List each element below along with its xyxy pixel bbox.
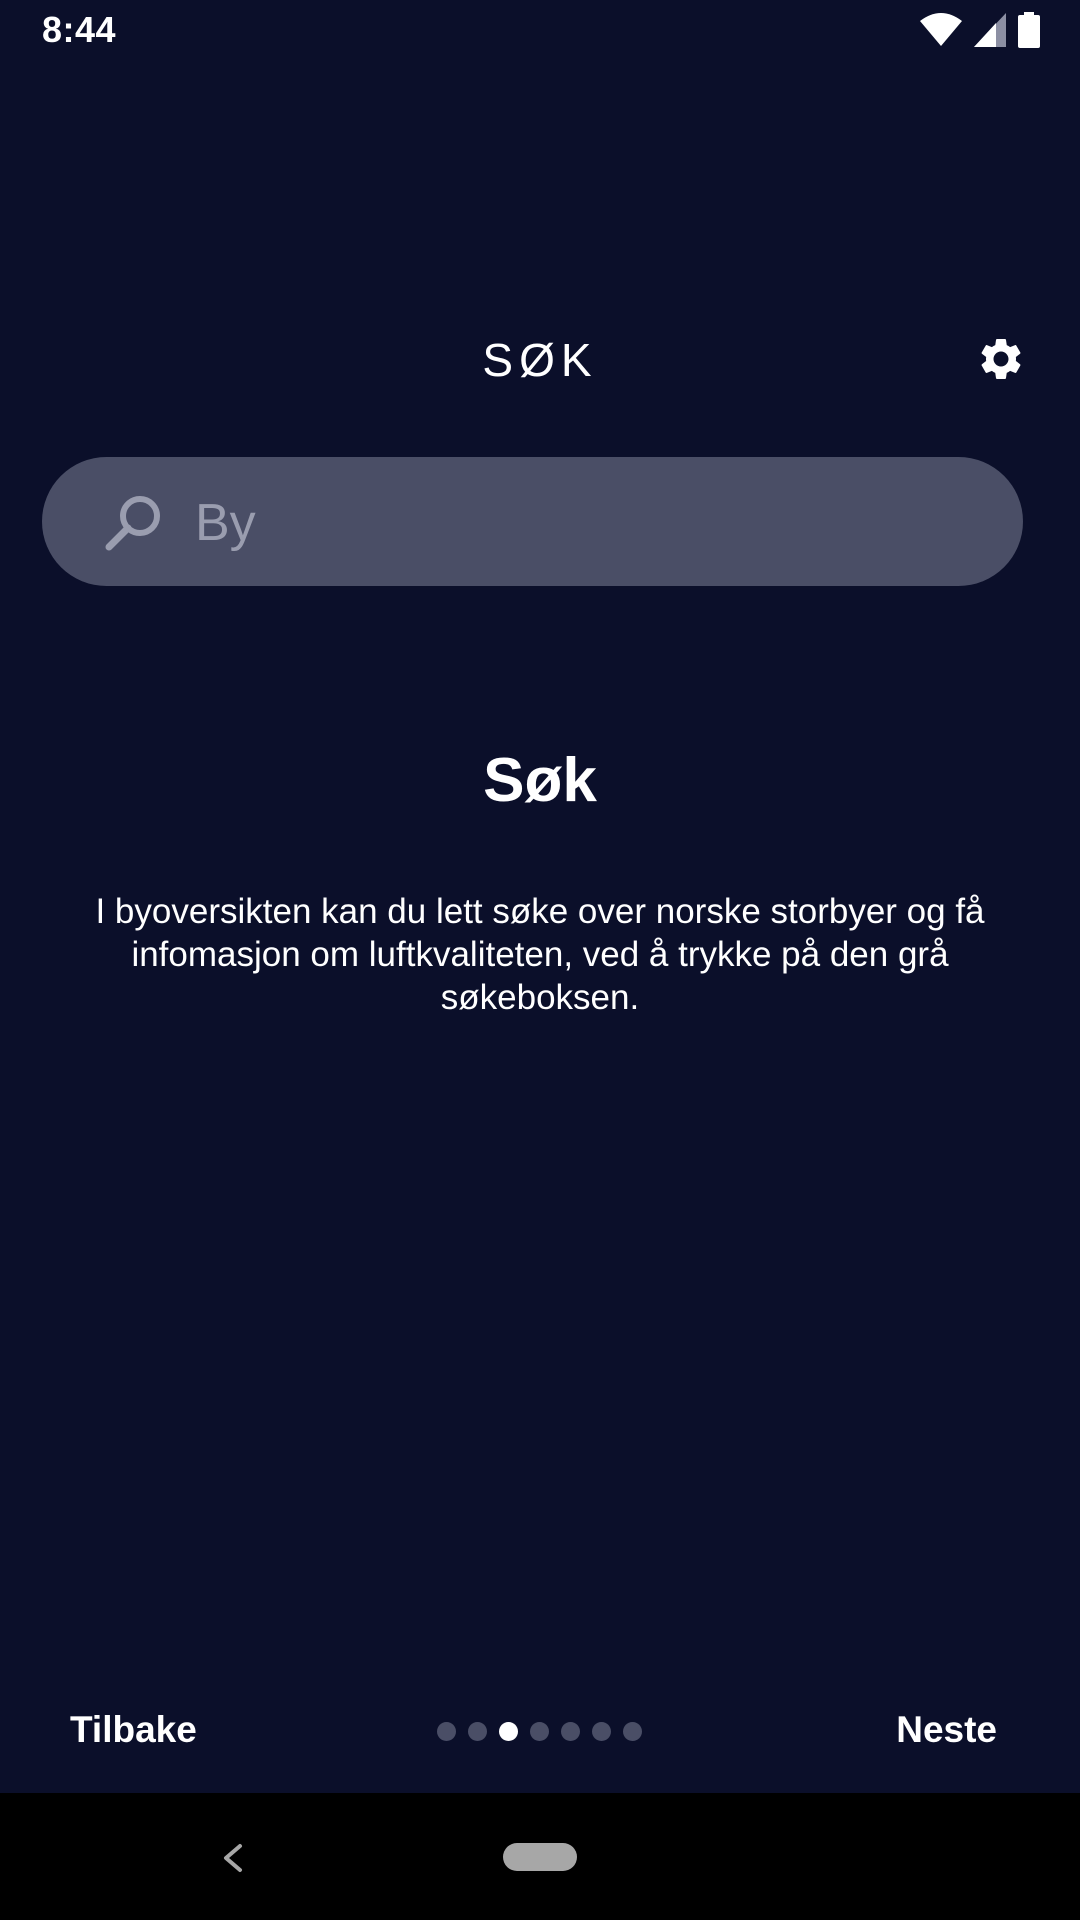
search-input[interactable] — [42, 457, 1023, 586]
content-description: I byoversikten kan du lett søke over nor… — [95, 892, 985, 1017]
settings-button[interactable] — [976, 334, 1026, 384]
back-button[interactable]: Tilbake — [70, 1706, 197, 1754]
battery-icon — [1018, 12, 1040, 48]
status-time: 8:44 — [42, 9, 117, 50]
page-dot-active — [499, 1722, 518, 1741]
content-title: Søk — [483, 746, 597, 815]
chevron-left-icon — [224, 1844, 242, 1872]
system-home-button[interactable] — [503, 1843, 577, 1871]
system-back-button[interactable] — [218, 1842, 248, 1874]
page-dot — [437, 1722, 456, 1741]
gear-icon — [981, 339, 1021, 379]
page-dot — [468, 1722, 487, 1741]
page-dot — [623, 1722, 642, 1741]
page-dot — [530, 1722, 549, 1741]
page-dot — [592, 1722, 611, 1741]
search-placeholder: By — [195, 494, 256, 552]
page-title: SØK — [482, 334, 598, 386]
status-bar: 8:44 — [0, 0, 1080, 63]
page-indicator — [437, 1722, 642, 1741]
onboarding-screen: 8:44 SØK By Søk I byoversikten kan du le… — [0, 0, 1080, 1920]
wifi-icon — [920, 13, 962, 47]
page-dot — [561, 1722, 580, 1741]
search-icon — [103, 492, 165, 554]
next-button[interactable]: Neste — [896, 1706, 997, 1754]
cell-signal-icon — [974, 13, 1006, 47]
status-icons — [920, 12, 1040, 48]
